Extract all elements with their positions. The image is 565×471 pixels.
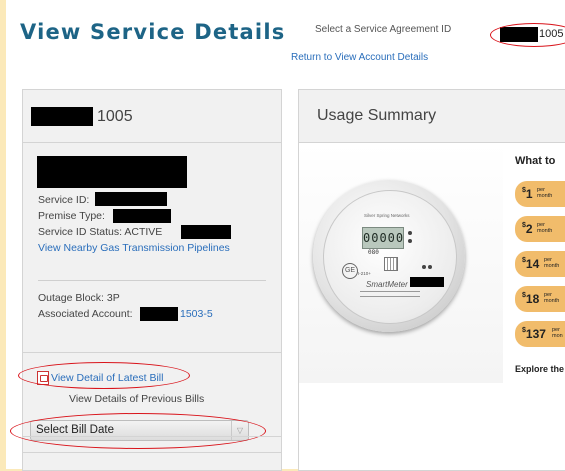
price-amount: $137	[522, 327, 546, 341]
ge-logo-icon: GE	[342, 263, 358, 279]
pipelines-link[interactable]: View Nearby Gas Transmission Pipelines	[38, 242, 230, 254]
page: View Service Details Select a Service Ag…	[6, 0, 565, 471]
price-value: 18	[525, 292, 540, 306]
meter-model: I-210+	[358, 271, 371, 276]
price-pill: $18 per month	[515, 286, 565, 312]
price-unit: per month	[544, 257, 559, 269]
price-unit: per month	[544, 292, 559, 304]
service-status: Service ID Status: ACTIVE	[38, 226, 163, 238]
led-icon	[408, 231, 412, 235]
price-value: 1	[525, 187, 533, 201]
price-amount: $14	[522, 257, 539, 271]
price-amount: $2	[522, 222, 533, 236]
redaction-box	[95, 192, 167, 206]
price-pill: $1 per month	[515, 181, 565, 207]
meter-small-display: 080	[368, 249, 379, 256]
divider	[38, 280, 266, 281]
price-pill: $137 per mon	[515, 321, 565, 347]
divider	[23, 436, 281, 437]
previous-bills-label: View Details of Previous Bills	[69, 393, 205, 405]
price-unit-bottom: month	[537, 228, 553, 234]
page-title: View Service Details	[20, 20, 286, 44]
price-amount: $18	[522, 292, 539, 306]
usage-panel: Usage Summary Silver Spring Networks 000…	[298, 89, 565, 471]
account-panel: 1005 Service ID: Premise Type: Service I…	[10, 89, 282, 471]
annotation-circle	[18, 362, 190, 389]
price-unit-bottom: month	[544, 263, 560, 269]
price-unit-bottom: month	[544, 298, 560, 304]
prices-heading: What to	[515, 155, 556, 167]
return-account-link[interactable]: Return to View Account Details	[291, 52, 428, 63]
price-unit-bottom: month	[537, 193, 553, 199]
divider	[23, 452, 281, 453]
redaction-box	[410, 277, 444, 287]
redaction-box	[37, 156, 187, 188]
service-agreement-label: Select a Service Agreement ID	[315, 24, 452, 35]
price-value: 2	[525, 222, 533, 236]
associated-account-label: Associated Account:	[38, 308, 133, 320]
meter-grid-icon	[384, 257, 398, 271]
smart-meter-image: Silver Spring Networks 00000 080 GE I-21…	[299, 143, 503, 383]
barcode-icon	[360, 291, 420, 297]
price-unit: per mon	[552, 327, 563, 339]
price-pill: $14 per month	[515, 251, 565, 277]
price-unit-bottom: mon	[552, 333, 563, 339]
led-icon	[408, 239, 412, 243]
redaction-box	[181, 225, 231, 239]
price-unit: per month	[537, 222, 552, 234]
annotation-circle	[10, 413, 266, 449]
premise-type-label: Premise Type:	[38, 210, 105, 222]
explore-link[interactable]: Explore the	[515, 364, 564, 374]
meter-top-text: Silver Spring Networks	[364, 213, 410, 218]
price-value: 137	[525, 327, 546, 341]
usage-title: Usage Summary	[317, 107, 437, 124]
account-id-header: 1005	[23, 90, 281, 143]
redaction-box	[113, 209, 171, 223]
usage-header: Usage Summary	[299, 90, 565, 143]
account-id-suffix: 1005	[97, 108, 133, 125]
led-icon	[422, 265, 426, 269]
outage-block: Outage Block: 3P	[38, 292, 120, 304]
meter-body: Silver Spring Networks 00000 080 GE I-21…	[313, 180, 465, 332]
meter-brand: SmartMeter	[366, 280, 408, 289]
price-pill: $2 per month	[515, 216, 565, 242]
meter-display: 00000	[362, 227, 404, 249]
price-amount: $1	[522, 187, 533, 201]
price-unit: per month	[537, 187, 552, 199]
redaction-box	[31, 107, 93, 126]
service-id-label: Service ID:	[38, 194, 90, 206]
price-comparison: What to $1 per month $2 per month $14 per m…	[503, 143, 565, 383]
divider	[23, 352, 281, 353]
price-value: 14	[525, 257, 540, 271]
associated-account-link[interactable]: 1503-5	[180, 308, 213, 320]
redaction-box	[140, 307, 178, 321]
led-icon	[428, 265, 432, 269]
meter-face: Silver Spring Networks 00000 080 GE I-21…	[323, 190, 457, 324]
